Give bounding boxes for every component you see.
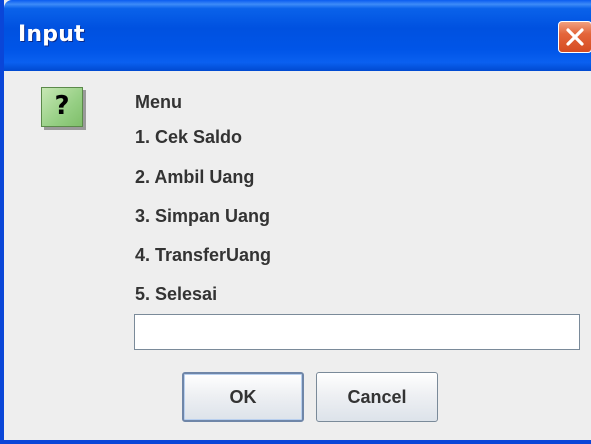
close-button[interactable] xyxy=(558,21,591,53)
message-line-selesai: 5. Selesai xyxy=(135,284,218,304)
ok-button[interactable]: OK xyxy=(182,372,304,422)
message-line-simpan-uang: 3. Simpan Uang xyxy=(135,206,271,226)
message-line-menu: Menu xyxy=(135,92,182,112)
dialog-title: Input xyxy=(18,22,85,47)
menu-choice-input[interactable] xyxy=(134,314,580,350)
message-line-ambil-uang: 2. Ambil Uang xyxy=(135,167,255,187)
input-dialog-window: Input ? Menu 1. Cek Saldo 2. Ambil Uang … xyxy=(0,0,591,444)
cancel-button[interactable]: Cancel xyxy=(316,372,438,422)
message-line-transfer-uang: 4. TransferUang xyxy=(135,245,272,265)
question-mark-glyph: ? xyxy=(54,91,70,121)
question-icon: ? xyxy=(41,87,83,127)
close-icon xyxy=(566,28,584,46)
title-bar[interactable]: Input xyxy=(4,0,591,71)
message-line-cek-saldo: 1. Cek Saldo xyxy=(135,127,243,147)
